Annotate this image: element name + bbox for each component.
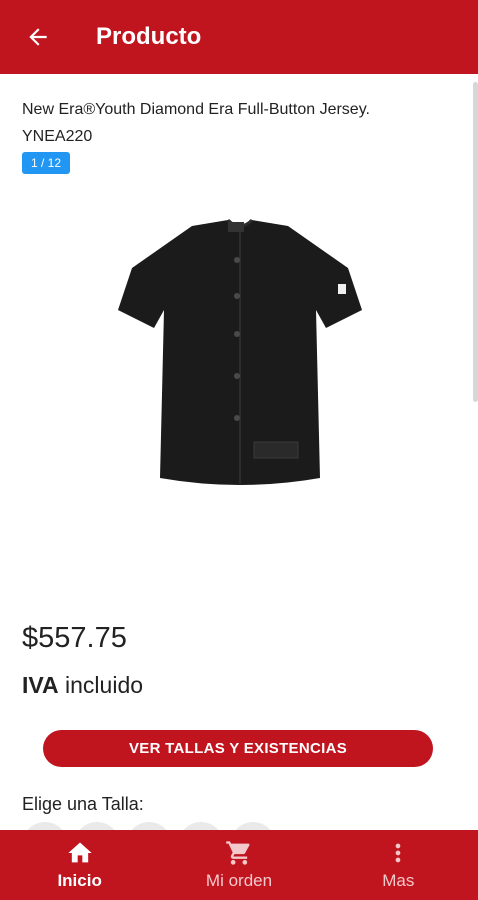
size-option[interactable] — [230, 822, 276, 830]
product-price: $557.75 — [22, 622, 127, 654]
size-option[interactable] — [22, 822, 68, 830]
size-option[interactable] — [178, 822, 224, 830]
bottom-navigation: Inicio Mi orden Mas — [0, 830, 478, 900]
back-button[interactable] — [0, 0, 76, 74]
nav-label-inicio: Inicio — [57, 871, 102, 890]
cart-icon — [226, 841, 250, 865]
home-icon — [67, 842, 92, 863]
tax-label: IVA — [22, 672, 59, 698]
choose-size-label: Elige una Talla: — [22, 794, 144, 814]
tax-note: IVA incluido — [22, 672, 143, 699]
nav-item-mas[interactable]: Mas — [319, 830, 478, 900]
tax-suffix: incluido — [65, 672, 144, 698]
product-content[interactable]: New Era®Youth Diamond Era Full-Button Je… — [0, 74, 478, 830]
page-title: Producto — [96, 23, 202, 50]
more-vertical-icon — [395, 843, 401, 863]
nav-label-mi-orden: Mi orden — [205, 871, 273, 890]
view-sizes-stock-button[interactable]: VER TALLAS Y EXISTENCIAS — [43, 730, 433, 767]
arrow-left-icon — [29, 28, 47, 46]
app-bar: Producto — [0, 0, 478, 74]
image-counter-badge: 1 / 12 — [22, 152, 71, 174]
scrollbar[interactable] — [473, 82, 478, 402]
nav-item-inicio[interactable]: Inicio — [0, 830, 159, 900]
product-title: New Era®Youth Diamond Era Full-Button Je… — [22, 101, 370, 145]
size-option[interactable] — [74, 822, 120, 830]
nav-item-mi-orden[interactable]: Mi orden — [159, 830, 318, 900]
size-option[interactable] — [126, 822, 172, 830]
product-image[interactable] — [100, 216, 380, 496]
nav-label-mas: Mas — [382, 871, 415, 890]
